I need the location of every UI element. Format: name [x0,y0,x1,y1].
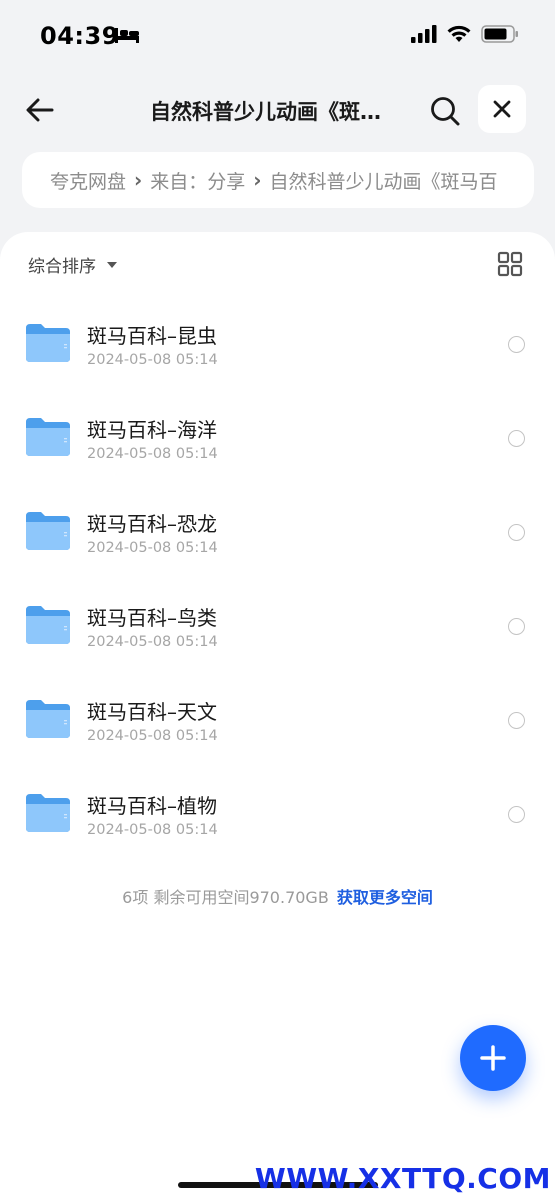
search-icon [431,97,460,126]
battery-icon [481,25,519,47]
status-bar: 04:39 [0,0,555,72]
select-radio[interactable] [508,618,525,635]
sleep-mode-icon [114,26,140,48]
select-radio[interactable] [508,336,525,353]
select-radio[interactable] [508,524,525,541]
file-name: 斑马百科–海洋 [87,418,217,442]
breadcrumb: 夸克网盘 › 来自：分享 › 自然科普少儿动画《斑马百 [22,152,534,208]
file-name: 斑马百科–恐龙 [87,512,217,536]
sort-label: 综合排序 [28,257,96,277]
folder-icon [26,512,70,550]
page-title: 自然科普少儿动画《斑… [150,100,381,124]
file-date: 2024-05-08 05:14 [87,352,218,368]
arrow-left-icon [26,98,54,122]
file-date: 2024-05-08 05:14 [87,634,218,650]
file-date: 2024-05-08 05:14 [87,728,218,744]
search-button[interactable] [424,90,466,132]
chevron-right-icon: › [253,168,262,192]
wifi-icon [447,25,471,47]
cellular-signal-icon [411,25,437,47]
folder-icon [26,418,70,456]
add-button[interactable] [460,1025,526,1091]
get-more-space-link[interactable]: 获取更多空间 [337,888,433,907]
folder-icon [26,700,70,738]
list-item[interactable]: 斑马百科–昆虫 2024-05-08 05:14 [0,296,555,390]
file-name: 斑马百科–植物 [87,794,217,818]
file-name: 斑马百科–天文 [87,700,217,724]
folder-icon [26,794,70,832]
file-name: 斑马百科–昆虫 [87,324,217,348]
file-date: 2024-05-08 05:14 [87,446,218,462]
plus-icon [480,1045,506,1071]
select-radio[interactable] [508,430,525,447]
breadcrumb-item[interactable]: 自然科普少儿动画《斑马百 [270,167,498,194]
back-button[interactable] [20,90,60,130]
close-icon [493,100,511,118]
folder-icon [26,606,70,644]
storage-summary-text: 6项 剩余可用空间970.70GB [122,888,329,907]
sort-selector[interactable]: 综合排序 [28,252,118,277]
file-name: 斑马百科–鸟类 [87,606,217,630]
list-item[interactable]: 斑马百科–天文 2024-05-08 05:14 [0,672,555,766]
select-radio[interactable] [508,712,525,729]
list-item[interactable]: 斑马百科–植物 2024-05-08 05:14 [0,766,555,860]
grid-icon [497,251,523,277]
select-radio[interactable] [508,806,525,823]
nav-bar: 自然科普少儿动画《斑… [0,80,555,140]
chevron-right-icon: › [134,168,143,192]
file-list-sheet: 综合排序 斑马百科–昆虫 2024-05-08 05:14 斑马百科–海洋 20… [0,232,555,1200]
file-list: 斑马百科–昆虫 2024-05-08 05:14 斑马百科–海洋 2024-05… [0,296,555,860]
file-date: 2024-05-08 05:14 [87,540,218,556]
watermark: WWW.XXTTQ.COM [254,1162,551,1195]
storage-summary: 6项 剩余可用空间970.70GB 获取更多空间 [0,884,555,908]
list-item[interactable]: 斑马百科–恐龙 2024-05-08 05:14 [0,484,555,578]
folder-icon [26,324,70,362]
file-date: 2024-05-08 05:14 [87,822,218,838]
close-button[interactable] [478,85,526,133]
breadcrumb-item[interactable]: 来自：分享 [150,167,245,194]
grid-view-toggle[interactable] [496,250,524,278]
caret-down-icon [107,261,117,268]
status-time: 04:39 [40,22,119,50]
list-item[interactable]: 斑马百科–鸟类 2024-05-08 05:14 [0,578,555,672]
breadcrumb-item[interactable]: 夸克网盘 [50,167,126,194]
list-item[interactable]: 斑马百科–海洋 2024-05-08 05:14 [0,390,555,484]
